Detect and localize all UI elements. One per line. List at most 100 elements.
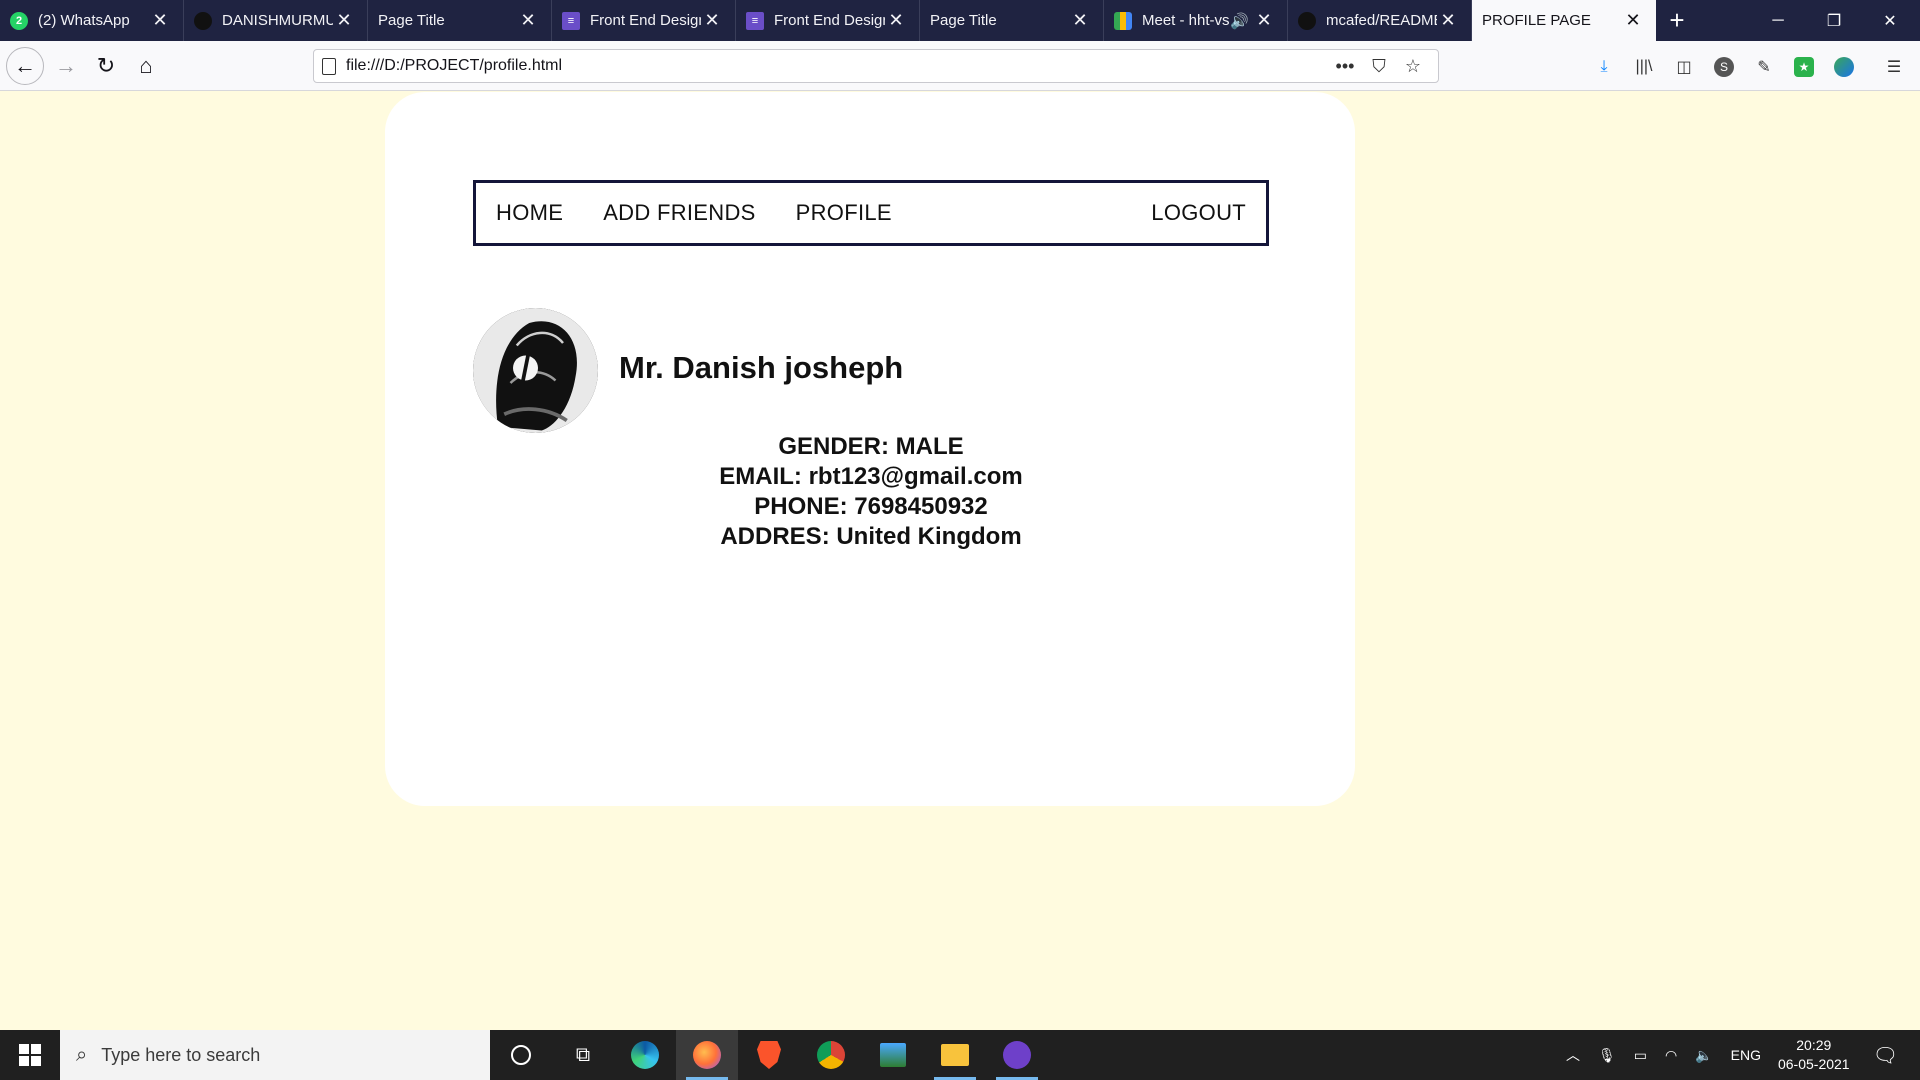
sidebar-icon[interactable]: ◫ — [1672, 55, 1696, 79]
taskbar-photos[interactable] — [862, 1030, 924, 1080]
firefox-icon — [693, 1041, 721, 1069]
close-tab-icon[interactable]: ✕ — [885, 10, 907, 31]
windows-taskbar: ⌕ Type here to search ⧉ ︿ 🎙 ▭ ◠ 🔈 ENG 20… — [0, 1030, 1920, 1080]
taskbar-chrome[interactable] — [800, 1030, 862, 1080]
whatsapp-icon: 2 — [10, 11, 28, 30]
task-view-icon: ⧉ — [575, 1043, 591, 1066]
show-hidden-icons-icon[interactable]: ︿ — [1566, 1045, 1580, 1065]
menu-icon[interactable]: ☰ — [1882, 55, 1906, 79]
cortana-button[interactable] — [490, 1030, 552, 1080]
search-icon: ⌕ — [76, 1043, 88, 1066]
taskbar-search-box[interactable]: ⌕ Type here to search — [60, 1030, 490, 1080]
tab-title: Meet - hht-vs — [1142, 12, 1230, 29]
chrome-icon — [817, 1041, 845, 1069]
address-bar[interactable]: file:///D:/PROJECT/profile.html ••• ⛉ ☆ — [313, 49, 1439, 83]
speaker-icon[interactable]: 🔊 — [1230, 12, 1249, 30]
extension-globe-icon[interactable] — [1832, 55, 1856, 79]
github-icon — [1298, 11, 1316, 30]
bookmark-star-icon[interactable]: ☆ — [1396, 56, 1430, 77]
taskbar-firefox[interactable] — [676, 1030, 738, 1080]
back-button[interactable]: ← — [6, 47, 44, 85]
profile-card: HOME ADD FRIENDS PROFILE LOGOUT Mr. Dani… — [385, 92, 1355, 806]
downloads-icon[interactable]: ⤓ — [1592, 55, 1616, 79]
close-tab-icon[interactable]: ✕ — [1069, 10, 1091, 31]
clock-time: 20:29 — [1796, 1037, 1832, 1053]
email-text: EMAIL: rbt123@gmail.com — [719, 463, 1023, 490]
nav-add-friends-link[interactable]: ADD FRIENDS — [603, 200, 755, 226]
photos-icon — [880, 1043, 906, 1067]
microphone-icon[interactable]: 🎙 — [1598, 1047, 1616, 1064]
tab-front-end-design-2[interactable]: ≡ Front End Design ✕ — [736, 0, 920, 41]
close-tab-icon[interactable]: ✕ — [1437, 10, 1459, 31]
taskbar-github-desktop[interactable] — [986, 1030, 1048, 1080]
close-tab-icon[interactable]: ✕ — [1622, 10, 1644, 31]
page-actions-icon[interactable]: ••• — [1328, 56, 1362, 77]
nav-logout-link[interactable]: LOGOUT — [1151, 200, 1246, 226]
window-close-button[interactable]: ✕ — [1862, 0, 1918, 41]
taskbar-brave[interactable] — [738, 1030, 800, 1080]
battery-icon[interactable]: ▭ — [1634, 1047, 1647, 1064]
system-tray: ︿ 🎙 ▭ ◠ 🔈 ENG 20:29 06-05-2021 🗨 — [1557, 1030, 1920, 1080]
start-button[interactable] — [0, 1030, 60, 1080]
extension-colorzilla-icon[interactable]: ✎ — [1752, 55, 1776, 79]
tab-page-title-1[interactable]: Page Title ✕ — [368, 0, 552, 41]
pocket-icon[interactable]: ⛉ — [1362, 56, 1396, 77]
wifi-icon[interactable]: ◠ — [1665, 1047, 1677, 1064]
avatar — [473, 308, 598, 433]
address-text: ADDRES: United Kingdom — [720, 523, 1022, 550]
tab-github-readme[interactable]: mcafed/README ✕ — [1288, 0, 1472, 41]
tab-front-end-design-1[interactable]: ≡ Front End Design ✕ — [552, 0, 736, 41]
tab-title: PROFILE PAGE — [1482, 12, 1591, 29]
close-tab-icon[interactable]: ✕ — [1253, 10, 1275, 31]
tab-title: Page Title — [378, 12, 445, 29]
language-indicator[interactable]: ENG — [1731, 1047, 1761, 1063]
extension-s-icon[interactable]: S — [1712, 55, 1736, 79]
github-desktop-icon — [1003, 1041, 1031, 1069]
url-text[interactable]: file:///D:/PROJECT/profile.html — [346, 57, 1328, 75]
brave-icon — [757, 1041, 781, 1069]
clock-date: 06-05-2021 — [1777, 1056, 1850, 1072]
avatar-image — [473, 308, 598, 433]
nav-home-link[interactable]: HOME — [496, 200, 563, 226]
github-icon — [194, 11, 212, 30]
reload-button[interactable]: ↻ — [88, 48, 124, 84]
profile-name: Mr. Danish josheph — [619, 350, 904, 385]
tab-profile-page[interactable]: PROFILE PAGE ✕ — [1472, 0, 1656, 41]
close-tab-icon[interactable]: ✕ — [333, 10, 355, 31]
profile-details: GENDER: MALE EMAIL: rbt123@gmail.com PHO… — [473, 432, 1269, 552]
close-tab-icon[interactable]: ✕ — [517, 10, 539, 31]
notifications-icon[interactable]: 🗨 — [1873, 1043, 1898, 1068]
gender-text: GENDER: MALE — [778, 433, 964, 460]
search-placeholder: Type here to search — [101, 1044, 261, 1065]
taskbar-file-explorer[interactable] — [924, 1030, 986, 1080]
close-tab-icon[interactable]: ✕ — [149, 10, 171, 31]
nav-profile-link[interactable]: PROFILE — [796, 200, 892, 226]
tab-whatsapp[interactable]: 2 (2) WhatsApp ✕ — [0, 0, 184, 41]
taskbar-edge[interactable] — [614, 1030, 676, 1080]
extension-shield-icon[interactable]: ★ — [1792, 55, 1816, 79]
tab-meet[interactable]: Meet - hht-vs 🔊 ✕ — [1104, 0, 1288, 41]
new-tab-button[interactable]: + — [1656, 0, 1698, 41]
clock[interactable]: 20:29 06-05-2021 — [1778, 1036, 1850, 1074]
tab-title: Page Title — [930, 12, 997, 29]
edge-icon — [631, 1041, 659, 1069]
tab-github-danish[interactable]: DANISHMURMU ✕ — [184, 0, 368, 41]
close-tab-icon[interactable]: ✕ — [701, 10, 723, 31]
page-icon — [322, 57, 336, 75]
home-button[interactable]: ⌂ — [128, 48, 164, 84]
forms-icon: ≡ — [562, 11, 580, 30]
restore-button[interactable]: ❐ — [1806, 0, 1862, 41]
minimize-button[interactable]: ─ — [1750, 0, 1806, 41]
folder-icon — [941, 1044, 969, 1066]
meet-icon — [1114, 11, 1132, 30]
phone-text: PHONE: 7698450932 — [754, 493, 988, 520]
tab-title: mcafed/README — [1326, 12, 1437, 29]
forward-button[interactable]: → — [48, 48, 84, 84]
cortana-icon — [511, 1045, 531, 1065]
browser-toolbar: ← → ↻ ⌂ file:///D:/PROJECT/profile.html … — [0, 41, 1920, 91]
volume-icon[interactable]: 🔈 — [1695, 1047, 1712, 1064]
library-icon[interactable]: |||\ — [1632, 55, 1656, 79]
tab-title: DANISHMURMU — [222, 12, 333, 29]
tab-page-title-2[interactable]: Page Title ✕ — [920, 0, 1104, 41]
task-view-button[interactable]: ⧉ — [552, 1030, 614, 1080]
